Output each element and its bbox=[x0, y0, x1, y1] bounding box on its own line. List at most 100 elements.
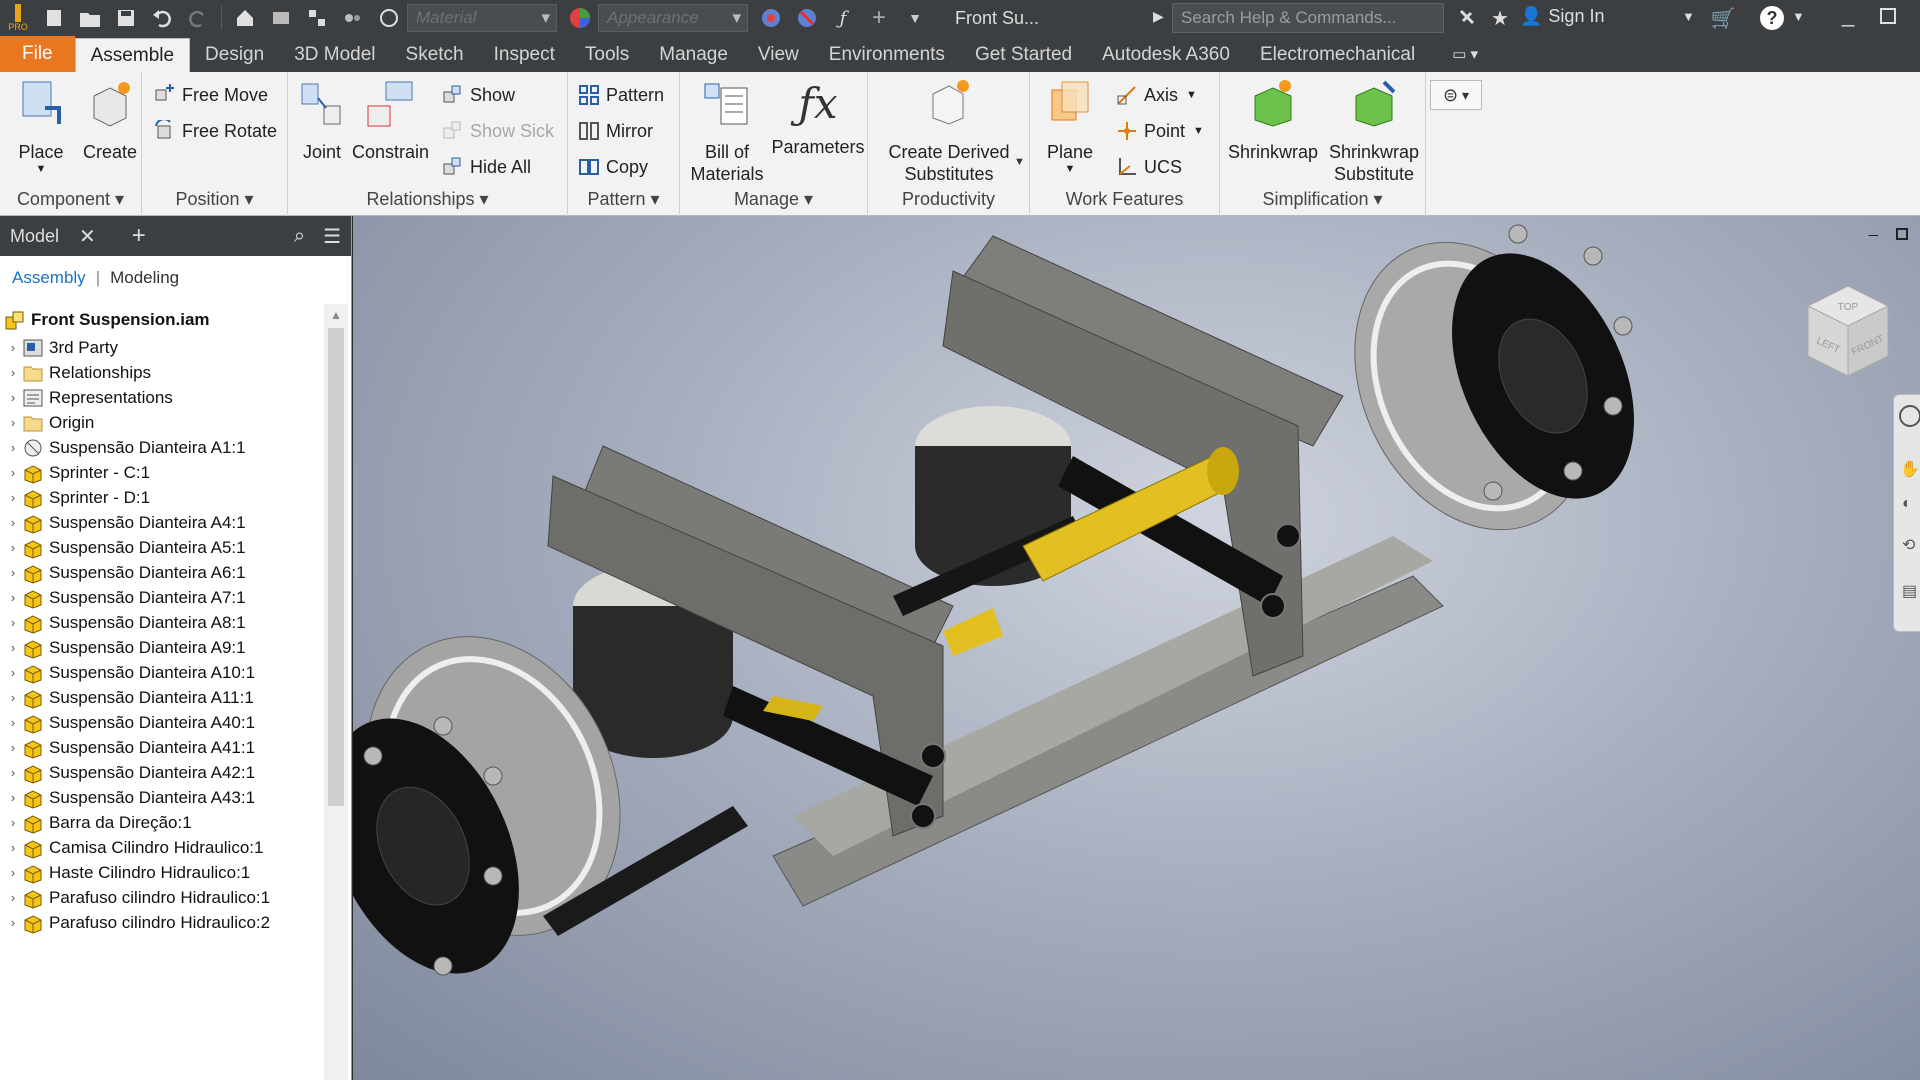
tree-item[interactable]: › Camisa Cilindro Hidraulico:1 bbox=[4, 835, 263, 860]
help-dropdown-icon[interactable]: ▼ bbox=[1792, 9, 1805, 24]
tab-file[interactable]: File bbox=[0, 36, 75, 72]
expand-arrow-icon[interactable]: › bbox=[4, 365, 22, 380]
mirror-button[interactable]: Mirror bbox=[578, 118, 653, 144]
viewport-restore-icon[interactable] bbox=[1896, 228, 1908, 240]
assembly-view-link[interactable]: Assembly bbox=[12, 268, 86, 288]
expand-arrow-icon[interactable]: › bbox=[4, 640, 22, 655]
expand-arrow-icon[interactable]: › bbox=[4, 790, 22, 805]
add-icon[interactable]: + bbox=[864, 3, 894, 33]
panel-title-relationships[interactable]: Relationships ▾ bbox=[288, 189, 567, 210]
panel-title-manage[interactable]: Manage ▾ bbox=[680, 189, 867, 210]
tab-design[interactable]: Design bbox=[190, 38, 279, 72]
free-rotate-button[interactable]: Free Rotate bbox=[154, 118, 277, 144]
expand-arrow-icon[interactable]: › bbox=[4, 715, 22, 730]
orbit-icon[interactable]: ⟲ bbox=[1902, 535, 1915, 555]
create-derived-substitutes-button[interactable]: Create Derived Substitutes bbox=[874, 78, 1024, 185]
tree-item[interactable]: › Suspensão Dianteira A5:1 bbox=[4, 535, 246, 560]
zoom-icon[interactable]: ◐ bbox=[1902, 495, 1912, 513]
tree-item[interactable]: › Suspensão Dianteira A42:1 bbox=[4, 760, 255, 785]
tree-item[interactable]: › Suspensão Dianteira A11:1 bbox=[4, 685, 254, 710]
tree-item[interactable]: › Parafuso cilindro Hidraulico:1 bbox=[4, 885, 270, 910]
tab-sketch[interactable]: Sketch bbox=[391, 38, 479, 72]
tree-item[interactable]: › Suspensão Dianteira A9:1 bbox=[4, 635, 246, 660]
tree-item[interactable]: › Haste Cilindro Hidraulico:1 bbox=[4, 860, 250, 885]
cart-icon[interactable]: 🛒 bbox=[1708, 3, 1738, 33]
expand-arrow-icon[interactable]: › bbox=[4, 515, 22, 530]
tree-item[interactable]: › Suspensão Dianteira A10:1 bbox=[4, 660, 255, 685]
tab-model[interactable]: Model bbox=[0, 226, 69, 247]
expand-arrow-icon[interactable]: › bbox=[4, 815, 22, 830]
minimize-icon[interactable]: _ bbox=[1842, 2, 1854, 28]
tree-item[interactable]: › Representations bbox=[4, 385, 173, 410]
shrinkwrap-substitute-button[interactable]: Shrinkwrap Substitute bbox=[1324, 78, 1424, 185]
scroll-up-icon[interactable]: ▲ bbox=[330, 308, 342, 322]
expand-arrow-icon[interactable]: › bbox=[4, 615, 22, 630]
hide-all-button[interactable]: Hide All bbox=[442, 154, 531, 180]
panel-title-position[interactable]: Position ▾ bbox=[142, 189, 287, 210]
close-tab-icon[interactable]: ✕ bbox=[79, 224, 96, 249]
graphics-viewport[interactable]: _ TOP LEFT FRONT ✋ ◐ ⟲ ▤ bbox=[353, 216, 1920, 1080]
expand-arrow-icon[interactable]: › bbox=[4, 765, 22, 780]
plane-button[interactable]: Plane ▼ bbox=[1038, 78, 1102, 175]
tree-item[interactable]: › 3rd Party bbox=[4, 335, 118, 360]
constrain-button[interactable]: Constrain bbox=[352, 78, 429, 163]
globe-icon[interactable] bbox=[374, 3, 404, 33]
panel-title-component[interactable]: Component ▾ bbox=[0, 189, 141, 210]
search-input[interactable]: Search Help & Commands... bbox=[1172, 3, 1444, 33]
panel-title-simplification[interactable]: Simplification ▾ bbox=[1220, 189, 1425, 210]
show-button[interactable]: Show bbox=[442, 82, 515, 108]
modeling-view-link[interactable]: Modeling bbox=[110, 268, 179, 288]
tab-autodesk-a360[interactable]: Autodesk A360 bbox=[1087, 38, 1245, 72]
star-icon[interactable]: ★ bbox=[1485, 3, 1515, 33]
expand-arrow-icon[interactable]: › bbox=[4, 440, 22, 455]
expand-arrow-icon[interactable]: › bbox=[4, 865, 22, 880]
tab-environments[interactable]: Environments bbox=[814, 38, 960, 72]
browser-scrollbar[interactable]: ▲ bbox=[324, 304, 348, 1080]
open-icon[interactable] bbox=[75, 3, 105, 33]
ribbon-display-toggle[interactable]: ▭ ▾ bbox=[1452, 38, 1478, 72]
tree-root[interactable]: Front Suspension.iam bbox=[4, 304, 210, 335]
tab-view[interactable]: View bbox=[743, 38, 814, 72]
measure-icon[interactable] bbox=[338, 3, 368, 33]
update-icon[interactable] bbox=[266, 3, 296, 33]
shrinkwrap-button[interactable]: Shrinkwrap bbox=[1226, 78, 1320, 163]
sign-in-dropdown-icon[interactable]: ▼ bbox=[1682, 9, 1695, 24]
view-cube[interactable]: TOP LEFT FRONT bbox=[1793, 276, 1903, 386]
tree-item[interactable]: › Suspensão Dianteira A6:1 bbox=[4, 560, 246, 585]
create-button[interactable]: Create bbox=[78, 78, 142, 163]
expand-arrow-icon[interactable]: › bbox=[4, 340, 22, 355]
suspension-model[interactable] bbox=[353, 216, 1920, 1080]
expand-arrow-icon[interactable]: › bbox=[4, 665, 22, 680]
save-icon[interactable] bbox=[111, 3, 141, 33]
pattern-button[interactable]: Pattern bbox=[578, 82, 664, 108]
tree-item[interactable]: › Suspensão Dianteira A7:1 bbox=[4, 585, 246, 610]
expand-arrow-icon[interactable]: › bbox=[4, 840, 22, 855]
expand-arrow-icon[interactable]: › bbox=[4, 590, 22, 605]
help-icon[interactable]: ? bbox=[1760, 6, 1784, 30]
tab-electromechanical[interactable]: Electromechanical bbox=[1245, 38, 1430, 72]
axis-button[interactable]: Axis ▼ bbox=[1116, 82, 1197, 108]
place-button[interactable]: Place ▼ bbox=[8, 78, 74, 175]
expand-arrow-icon[interactable]: › bbox=[4, 415, 22, 430]
adjust-icon[interactable] bbox=[756, 3, 786, 33]
tree-item[interactable]: › Suspensão Dianteira A43:1 bbox=[4, 785, 255, 810]
viewport-minimize-icon[interactable]: _ bbox=[1869, 220, 1878, 238]
ribbon-extra-dropdown[interactable]: ⊜ ▾ bbox=[1430, 80, 1482, 110]
tree-item[interactable]: › Suspensão Dianteira A8:1 bbox=[4, 610, 246, 635]
tree-item[interactable]: › Barra da Direção:1 bbox=[4, 810, 192, 835]
copy-button[interactable]: Copy bbox=[578, 154, 648, 180]
navigation-bar[interactable]: ✋ ◐ ⟲ ▤ bbox=[1893, 394, 1920, 632]
binoculars-icon[interactable] bbox=[1453, 3, 1483, 33]
restore-icon[interactable] bbox=[1880, 8, 1896, 24]
panel-title-pattern[interactable]: Pattern ▾ bbox=[568, 189, 679, 210]
show-sick-button[interactable]: Show Sick bbox=[442, 118, 554, 144]
add-tab-button[interactable]: + bbox=[132, 222, 146, 250]
tree-item[interactable]: › Sprinter - D:1 bbox=[4, 485, 150, 510]
expand-arrow-icon[interactable]: › bbox=[4, 490, 22, 505]
expand-arrow-icon[interactable]: › bbox=[4, 740, 22, 755]
expand-arrow-icon[interactable]: › bbox=[4, 390, 22, 405]
sign-in-button[interactable]: 👤 Sign In bbox=[1520, 6, 1604, 27]
tree-item[interactable]: › Suspensão Dianteira A41:1 bbox=[4, 735, 255, 760]
customize-dropdown-icon[interactable]: ▼ bbox=[900, 3, 930, 33]
appearance-combo[interactable]: Appearance bbox=[598, 4, 748, 32]
